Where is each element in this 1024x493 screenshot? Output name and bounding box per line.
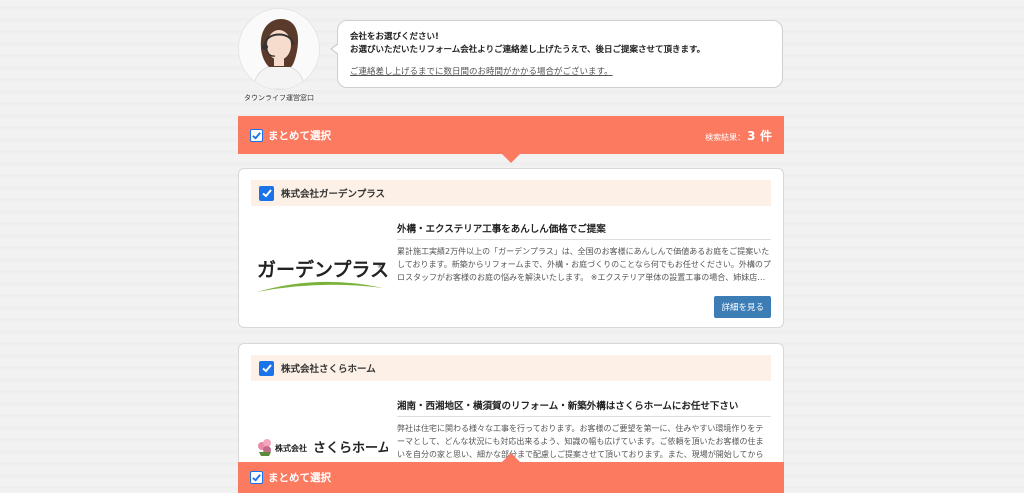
operator-avatar — [238, 8, 320, 90]
company-description: 累計施工実績2万件以上の「ガーデンプラス」は、全国のお客様にあんしんで価値あるお… — [397, 247, 771, 282]
logo-text: さくらホーム — [313, 441, 388, 456]
logo-mark: ® — [377, 263, 383, 270]
select-all-bar-top: まとめて選択 検索結果： 3 件 — [238, 116, 784, 163]
result-number: 3 — [747, 128, 756, 143]
search-result-count: 検索結果： 3 件 — [705, 127, 772, 144]
message-line-2: お選びいただいたリフォーム会社よりご連絡差し上げたうえで、後日ご提案させて頂きま… — [350, 45, 706, 55]
message-note: ご連絡差し上げるまでに数日間のお時間がかかる場合がございます。 — [350, 67, 613, 77]
company-name: 株式会社さくらホーム — [281, 364, 376, 375]
message-line-1: 会社をお選びください! — [350, 32, 439, 42]
operator-caption: タウンライフ運営窓口 — [244, 94, 314, 102]
logo-text: ガーデンプラス — [257, 258, 388, 281]
operator-block: タウンライフ運営窓口 — [238, 8, 320, 103]
company-headline: 外構・エクステリア工事をあんしん価格でご提案 — [397, 221, 771, 240]
checkbox-checked-icon[interactable] — [250, 471, 263, 484]
logo-small-text: 株式会社 — [275, 443, 307, 453]
select-all-toggle-top[interactable]: まとめて選択 — [250, 128, 331, 143]
company-select-header[interactable]: 株式会社さくらホーム — [251, 355, 771, 381]
checkbox-checked-icon[interactable] — [250, 128, 263, 142]
result-label: 検索結果： — [705, 132, 746, 142]
checkbox-checked-icon[interactable] — [259, 360, 274, 376]
select-all-bar-bottom: まとめて選択 — [238, 453, 784, 493]
checkbox-checked-icon[interactable] — [259, 185, 274, 201]
select-all-label: まとめて選択 — [268, 472, 331, 484]
company-logo: ガーデンプラス ® — [253, 245, 388, 305]
company-name: 株式会社ガーデンプラス — [281, 189, 386, 200]
select-all-toggle-bottom[interactable]: まとめて選択 — [250, 470, 331, 485]
company-content: 外構・エクステリア工事をあんしん価格でご提案 累計施工実績2万件以上の「ガーデン… — [397, 221, 771, 284]
company-select-header[interactable]: 株式会社ガーデンプラス — [251, 180, 771, 206]
company-headline: 湘南・西湘地区・横須賀のリフォーム・新築外構はさくらホームにお任せ下さい — [397, 398, 771, 417]
select-all-label: まとめて選択 — [268, 129, 331, 142]
company-card: 株式会社ガーデンプラス ガーデンプラス ® 外構・エクステリア工事をあんしん価格… — [238, 168, 784, 328]
view-details-button[interactable]: 詳細を見る — [714, 296, 771, 318]
result-unit: 件 — [759, 128, 772, 143]
operator-message-bubble: 会社をお選びください! お選びいただいたリフォーム会社よりご連絡差し上げたうえで… — [330, 20, 783, 88]
